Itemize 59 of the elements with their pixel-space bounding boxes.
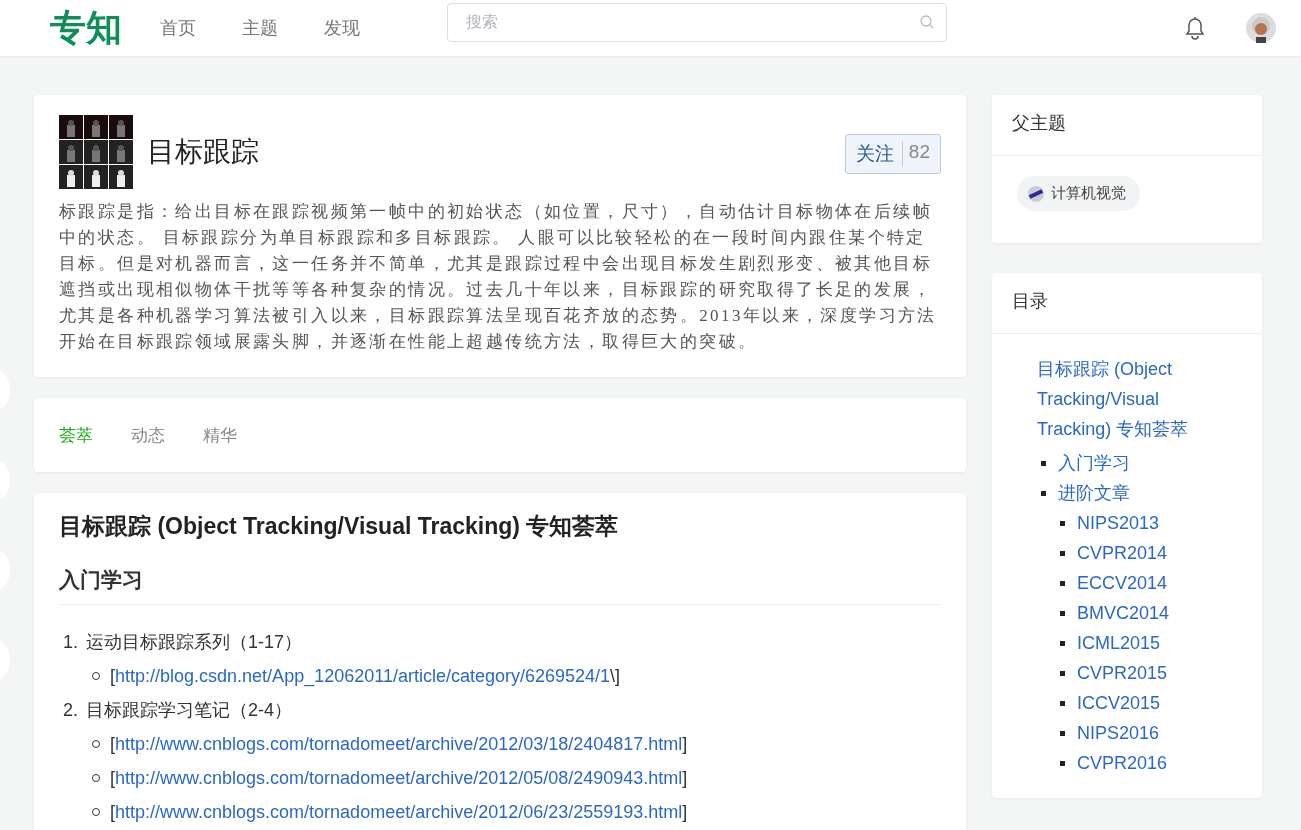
- toc-link[interactable]: NIPS2016: [1077, 718, 1160, 748]
- bracket: [: [110, 801, 115, 824]
- bullet-icon: [1060, 730, 1065, 736]
- link[interactable]: http://www.cnblogs.com/tornadomeet/archive/2012/03/18/2404817.html: [115, 727, 683, 761]
- bullet-icon: [1060, 700, 1065, 706]
- nav-link[interactable]: 主题: [242, 16, 278, 40]
- topic-description: 标跟踪是指：给出目标在跟踪视频第一帧中的初始状态（如位置，尺寸），自动估计目标物体在后续帧中的状态。 目标跟踪分为单目标跟踪和多目标跟踪。 人眼可以比较轻松的在一段时间内跟住某个特定目标。但是对机器而言，这一任务并不简单，尤其是跟踪过程中会出现目标发生剧烈形变、被其他目标遮挡或出现相似物体干扰等等各种复杂的情况。过去几十年以来，目标跟踪的研究取得了长足的发展，尤其是各种机器学习算法被引入以来，目标跟踪算法呈现百花齐放的态势。2013年以来，深度学习方法开始在目标跟踪领域展露头脚，并逐渐在性能上超越传统方法，取得巨大的突破。: [59, 201, 938, 353]
- bullet-icon: [1060, 760, 1065, 766]
- link[interactable]: http://www.cnblogs.com/tornadomeet/archive/2012/06/23/2559193.html: [115, 795, 683, 829]
- tab[interactable]: 精华: [203, 423, 237, 447]
- link[interactable]: http://blog.csdn.net/App_12062011/article/category/6269524/1: [115, 659, 611, 693]
- bullet-icon: [1060, 640, 1065, 646]
- logo[interactable]: 专知: [50, 3, 160, 53]
- section-heading: 入门学习: [59, 566, 941, 605]
- toc-link[interactable]: CVPR2015: [1077, 658, 1168, 688]
- nav-link[interactable]: 发现: [324, 16, 360, 40]
- toc-link[interactable]: NIPS2013: [1077, 508, 1160, 538]
- bell-icon[interactable]: [1183, 15, 1207, 41]
- bullet-icon: [1060, 580, 1065, 586]
- toc-link[interactable]: 入门学习: [1058, 448, 1130, 478]
- list-item-text: 运动目标跟踪系列（1-17）: [86, 631, 303, 654]
- topic-icon: [1027, 184, 1045, 203]
- avatar[interactable]: [1245, 12, 1277, 44]
- toc-link[interactable]: ICML2015: [1077, 628, 1161, 658]
- article-title: 目标跟踪 (Object Tracking/Visual Tracking) 专知荟萃: [59, 512, 620, 541]
- card-heading: 父主题: [992, 95, 1262, 156]
- list-item-text: 目标跟踪学习笔记（2-4）: [86, 699, 293, 722]
- tab[interactable]: 动态: [131, 423, 165, 447]
- tab[interactable]: 荟萃: [59, 423, 93, 447]
- list-number: 2.: [63, 699, 78, 722]
- list-number: 1.: [63, 631, 78, 654]
- topic-title: 目标跟踪: [147, 135, 260, 169]
- bracket: ]: [682, 801, 688, 824]
- bracket: [: [110, 665, 115, 686]
- bracket: ]: [682, 767, 688, 790]
- toc-link[interactable]: ECCV2014: [1077, 568, 1168, 598]
- toc-link[interactable]: CVPR2016: [1077, 748, 1168, 778]
- search-field[interactable]: 搜索: [447, 2, 947, 42]
- bullet-icon: [1060, 550, 1065, 556]
- bracket: ]: [682, 733, 688, 756]
- toc-link[interactable]: 目标跟踪 (Object Tracking/Visual Tracking) 专知荟萃: [1037, 354, 1217, 444]
- bullet-icon: [1060, 520, 1065, 526]
- toc-link[interactable]: ICCV2015: [1077, 688, 1161, 718]
- follow-button[interactable]: 关注 82: [844, 134, 941, 174]
- toc-link[interactable]: 进阶文章: [1058, 478, 1130, 508]
- bullet-icon: [1041, 490, 1046, 496]
- topic-tag[interactable]: 计算机视觉: [1017, 176, 1140, 211]
- toc-link[interactable]: BMVC2014: [1077, 598, 1170, 628]
- bullet-icon: [1060, 670, 1065, 676]
- card-heading: 目录: [992, 273, 1262, 334]
- bracket: \]: [610, 665, 621, 686]
- link[interactable]: http://www.cnblogs.com/tornadomeet/archive/2012/05/08/2490943.html: [115, 761, 683, 795]
- bullet-icon: [1041, 460, 1046, 466]
- nav-link[interactable]: 首页: [160, 16, 196, 40]
- bracket: [: [110, 767, 115, 790]
- bracket: [: [110, 733, 115, 756]
- toc-link[interactable]: CVPR2014: [1077, 538, 1168, 568]
- bullet-icon: [1060, 610, 1065, 616]
- search-icon: [919, 13, 935, 30]
